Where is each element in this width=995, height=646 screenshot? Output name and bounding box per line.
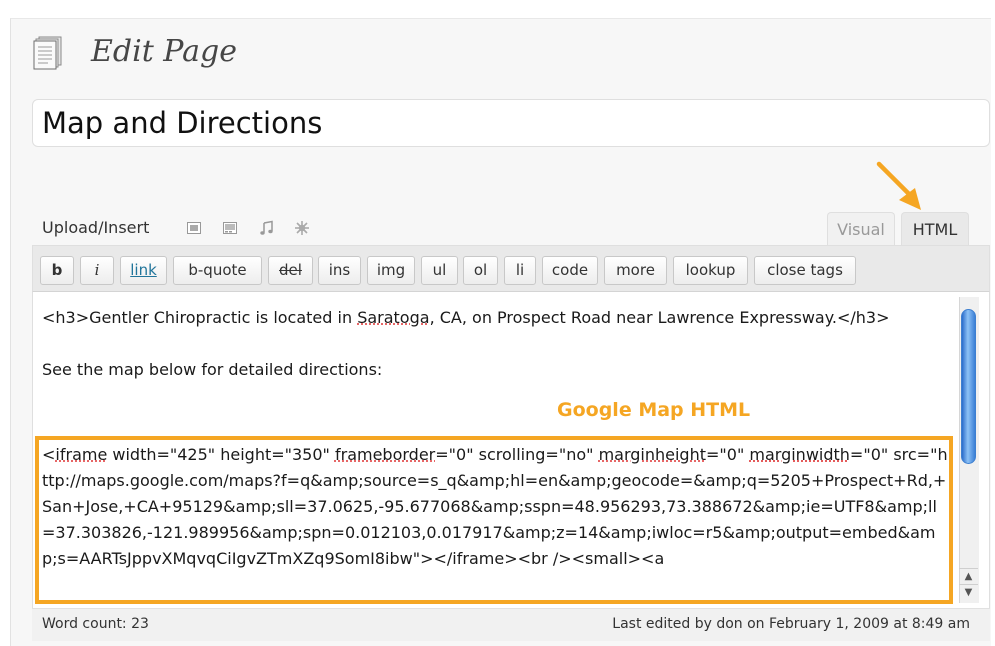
video-icon[interactable] bbox=[222, 220, 238, 236]
status-bar: Word count: 23 Last edited by don on Feb… bbox=[32, 608, 990, 641]
img-button[interactable]: img bbox=[367, 256, 415, 285]
italic-button[interactable]: i bbox=[80, 256, 114, 285]
ins-button[interactable]: ins bbox=[318, 256, 361, 285]
scroll-up-icon[interactable]: ▲ bbox=[959, 568, 978, 584]
post-title-input[interactable] bbox=[32, 99, 990, 147]
page-title: Edit Page bbox=[91, 34, 237, 69]
bold-button[interactable]: b bbox=[40, 256, 74, 285]
lookup-button[interactable]: lookup bbox=[673, 256, 748, 285]
annotation-label: Google Map HTML bbox=[557, 399, 751, 421]
annotation-arrow-icon bbox=[876, 161, 921, 210]
code-button[interactable]: code bbox=[542, 256, 598, 285]
close-tags-button[interactable]: close tags bbox=[754, 256, 856, 285]
paragraph-line: See the map below for detailed direction… bbox=[42, 360, 383, 379]
last-edited: Last edited by don on February 1, 2009 a… bbox=[612, 616, 970, 632]
del-button[interactable]: del bbox=[268, 256, 313, 285]
h3-line: <h3>Gentler Chiropractic is located in S… bbox=[42, 308, 890, 327]
tab-visual[interactable]: Visual bbox=[827, 212, 895, 246]
iframe-code[interactable]: <iframe width="425" height="350" framebo… bbox=[42, 442, 950, 600]
ol-button[interactable]: ol bbox=[463, 256, 498, 285]
link-button[interactable]: link bbox=[120, 256, 167, 285]
li-button[interactable]: li bbox=[504, 256, 536, 285]
blockquote-button[interactable]: b-quote bbox=[173, 256, 262, 285]
media-icon[interactable] bbox=[294, 220, 310, 236]
page-icon bbox=[33, 36, 62, 70]
audio-icon[interactable] bbox=[259, 220, 275, 236]
scrollbar-thumb[interactable] bbox=[961, 309, 976, 464]
ul-button[interactable]: ul bbox=[421, 256, 458, 285]
html-editor-content[interactable]: <h3>Gentler Chiropractic is located in S… bbox=[42, 305, 952, 383]
more-button[interactable]: more bbox=[604, 256, 667, 285]
scroll-down-icon[interactable]: ▼ bbox=[959, 584, 978, 600]
tab-html[interactable]: HTML bbox=[901, 212, 969, 246]
word-count: Word count: 23 bbox=[42, 616, 149, 632]
image-icon[interactable] bbox=[186, 220, 202, 236]
upload-insert-label: Upload/Insert bbox=[42, 218, 150, 237]
